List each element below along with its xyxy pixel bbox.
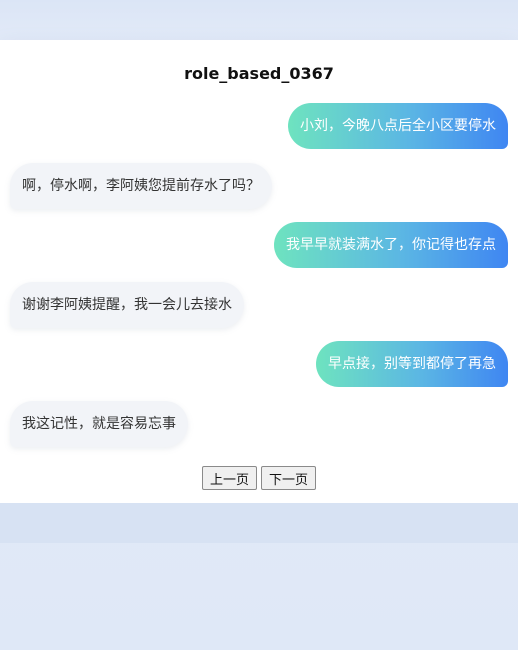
page-title: role_based_0367 <box>184 64 334 83</box>
message-outgoing: 我早早就装满水了，你记得也存点 <box>274 222 508 268</box>
prev-page-button[interactable]: 上一页 <box>201 466 257 490</box>
top-background <box>0 0 518 40</box>
next-page-button[interactable]: 下一页 <box>261 466 317 490</box>
lower-background <box>0 503 518 543</box>
message-incoming: 啊，停水啊，李阿姨您提前存水了吗？ <box>10 163 272 209</box>
message-outgoing: 早点接，别等到都停了再急 <box>316 341 508 387</box>
pagination: 上一页 下一页 <box>0 466 518 490</box>
message-incoming: 我这记性，就是容易忘事 <box>10 401 188 447</box>
message-incoming: 谢谢李阿姨提醒，我一会儿去接水 <box>10 282 244 328</box>
chat-card: role_based_0367 小刘，今晚八点后全小区要停水 啊，停水啊，李阿姨… <box>0 40 518 503</box>
message-outgoing: 小刘，今晚八点后全小区要停水 <box>288 103 508 149</box>
